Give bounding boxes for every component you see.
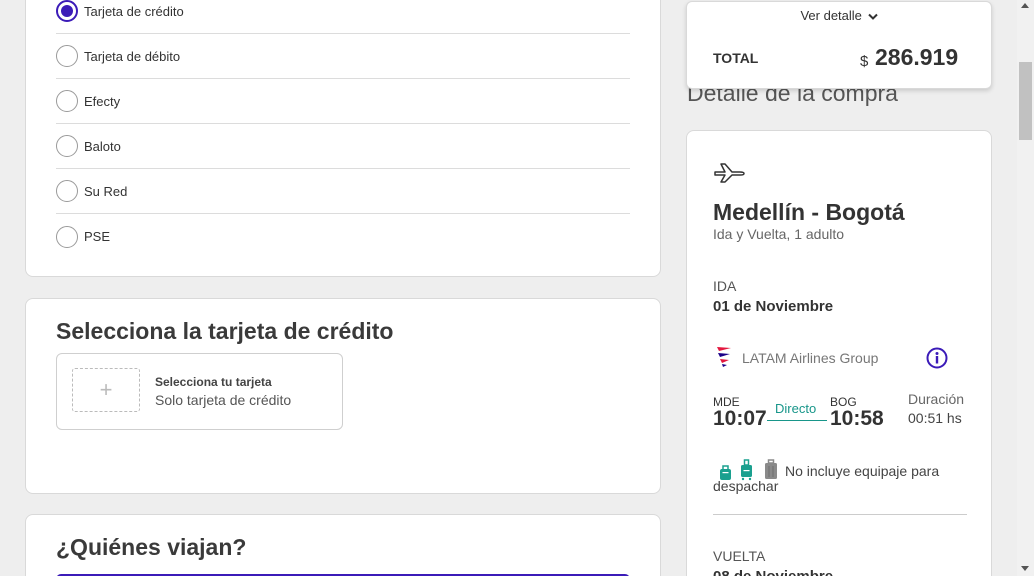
return-label: VUELTA: [713, 548, 766, 564]
total-amount: 286.919: [875, 44, 959, 70]
arrival-time: 10:58: [830, 407, 884, 430]
total-label: TOTAL: [713, 50, 759, 66]
radio-selected-icon[interactable]: [56, 0, 78, 22]
travellers-section: ¿Quiénes viajan?: [25, 514, 661, 576]
radio-icon[interactable]: [56, 135, 78, 157]
divider: [713, 514, 967, 515]
plane-icon: [714, 163, 745, 183]
scroll-down-arrow-icon[interactable]: [1021, 566, 1029, 571]
radio-icon[interactable]: [56, 90, 78, 112]
radio-icon[interactable]: [56, 45, 78, 67]
section-title: ¿Quiénes viajan?: [56, 534, 247, 560]
card-picker-subtitle: Solo tarjeta de crédito: [155, 392, 292, 408]
scrollbar-thumb[interactable]: [1019, 62, 1032, 140]
select-card-section: Selecciona la tarjeta de crédito + Selec…: [25, 298, 661, 494]
chevron-down-icon: [867, 13, 878, 20]
route-title: Medellín - Bogotá: [713, 199, 905, 225]
payment-option-label: Su Red: [84, 183, 128, 199]
latam-logo-icon: [717, 347, 731, 367]
radio-icon[interactable]: [56, 180, 78, 202]
payment-option-label: Efecty: [84, 93, 121, 109]
plus-icon: +: [72, 368, 140, 412]
baggage-text: No incluye equipaje para despachar: [713, 463, 940, 494]
payment-option-label: Tarjeta de crédito: [84, 3, 184, 19]
currency-symbol: $: [860, 53, 869, 70]
ver-detalle-label: Ver detalle: [800, 8, 862, 23]
card-picker-title: Selecciona tu tarjeta: [155, 375, 272, 389]
payment-option-credit[interactable]: Tarjeta de crédito: [56, 0, 630, 34]
total-summary-box: Ver detalle TOTAL $ 286.919: [686, 1, 992, 89]
direct-line: [767, 420, 827, 421]
flight-detail-card: Medellín - Bogotá Ida y Vuelta, 1 adulto…: [686, 130, 992, 576]
payment-option-label: Tarjeta de débito: [84, 48, 181, 64]
payment-option-label: PSE: [84, 229, 111, 244]
airline-name: LATAM Airlines Group: [742, 350, 879, 366]
return-date: 08 de Noviembre: [713, 568, 833, 576]
duration-label: Duración: [908, 391, 965, 407]
direct-label: Directo: [775, 401, 817, 416]
info-icon[interactable]: [926, 347, 948, 369]
payment-option-label: Baloto: [84, 138, 121, 154]
payment-methods-card: Tarjeta de crédito Tarjeta de débito Efe…: [25, 0, 661, 277]
scrollbar[interactable]: [1017, 0, 1034, 576]
radio-icon[interactable]: [56, 225, 78, 248]
payment-option-efecty[interactable]: Efecty: [56, 79, 630, 124]
departure-time: 10:07: [713, 407, 767, 430]
ver-detalle-toggle[interactable]: Ver detalle: [687, 8, 991, 23]
card-picker-button[interactable]: + Selecciona tu tarjeta Solo tarjeta de …: [56, 353, 343, 430]
outbound-date: 01 de Noviembre: [713, 298, 834, 315]
outbound-label: IDA: [713, 278, 737, 294]
payment-option-baloto[interactable]: Baloto: [56, 124, 630, 169]
payment-option-pse[interactable]: PSE: [56, 214, 630, 259]
duration-value: 00:51 hs: [908, 410, 962, 426]
scroll-up-arrow-icon[interactable]: [1021, 3, 1029, 8]
route-subtitle: Ida y Vuelta, 1 adulto: [713, 226, 845, 242]
section-title: Selecciona la tarjeta de crédito: [56, 318, 394, 344]
payment-option-debit[interactable]: Tarjeta de débito: [56, 34, 630, 79]
payment-option-sured[interactable]: Su Red: [56, 169, 630, 214]
